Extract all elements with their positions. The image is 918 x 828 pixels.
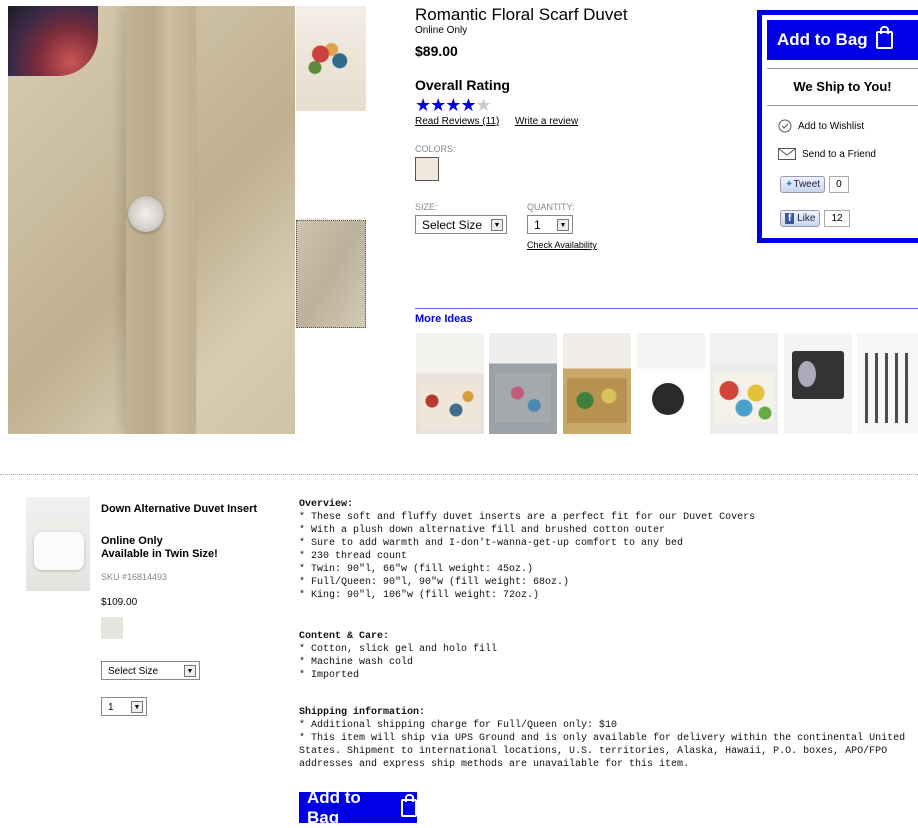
- read-reviews-link[interactable]: Read Reviews (11): [415, 116, 499, 127]
- more-ideas-item-1[interactable]: [416, 333, 484, 434]
- ship-to-you-banner: We Ship to You!: [767, 68, 918, 106]
- shipping-section: Shipping information: * Additional shipp…: [299, 706, 905, 771]
- overview-line: * Sure to add warmth and I-don't-wanna-g…: [299, 538, 684, 549]
- insert-quantity-select[interactable]: 1 ▼: [101, 697, 147, 716]
- shipping-line: * This item will ship via UPS Ground and…: [299, 733, 906, 744]
- like-widget: f Like 12: [780, 210, 850, 227]
- add-to-bag-button[interactable]: Add to Bag: [767, 20, 918, 60]
- insert-size-select[interactable]: Select Size ▼: [101, 661, 200, 680]
- stars-empty: ★: [475, 95, 492, 115]
- insert-add-to-bag-button[interactable]: Add to Bag: [299, 788, 417, 827]
- dropdown-arrow-icon: ▼: [491, 219, 503, 231]
- product-title: Romantic Floral Scarf Duvet: [415, 5, 628, 24]
- overview-heading: Overview:: [299, 499, 354, 510]
- more-ideas-item-2[interactable]: [489, 333, 557, 434]
- insert-size-value: Select Size: [108, 666, 159, 677]
- shopping-bag-icon: [400, 793, 417, 817]
- overview-line: * With a plush down alternative fill and…: [299, 525, 666, 536]
- send-friend-label: Send to a Friend: [802, 148, 876, 160]
- more-ideas-divider: [415, 308, 918, 309]
- quantity-label: QUANTITY:: [527, 202, 575, 212]
- tweet-label: Tweet: [793, 179, 821, 190]
- care-line: * Cotton, slick gel and holo fill: [299, 644, 498, 655]
- overview-section: Overview: * These soft and fluffy duvet …: [299, 498, 755, 602]
- content-care-section: Content & Care: * Cotton, slick gel and …: [299, 630, 497, 682]
- tweet-widget: ✦Tweet 0: [780, 176, 849, 193]
- check-circle-icon: [778, 119, 792, 133]
- star-rating: ★★★★★: [415, 95, 492, 115]
- insert-price: $109.00: [101, 597, 138, 608]
- like-button[interactable]: f Like: [780, 210, 821, 227]
- write-review-link[interactable]: Write a review: [515, 116, 578, 127]
- tweet-button[interactable]: ✦Tweet: [780, 176, 826, 193]
- more-ideas-item-4[interactable]: [637, 333, 705, 434]
- product-price: $89.00: [415, 43, 458, 59]
- like-count: 12: [824, 210, 850, 227]
- size-select-value: Select Size: [422, 218, 483, 232]
- wishlist-label: Add to Wishlist: [798, 120, 865, 132]
- shipping-line: * Additional shipping charge for Full/Qu…: [299, 720, 618, 731]
- section-divider: [0, 474, 918, 475]
- shipping-line: States. Shipment to international locati…: [299, 746, 888, 757]
- dropdown-arrow-icon: ▼: [557, 219, 569, 231]
- like-label: Like: [797, 213, 816, 224]
- add-to-wishlist-link[interactable]: Add to Wishlist: [778, 119, 864, 133]
- thumbnail-button-detail[interactable]: [296, 220, 366, 328]
- shipping-line: addresses and express ship methods are u…: [299, 759, 690, 770]
- overview-line: * King: 90"l, 106"w (fill weight: 72oz.): [299, 590, 540, 601]
- color-swatch[interactable]: [415, 157, 439, 181]
- more-ideas-item-7[interactable]: [857, 333, 918, 434]
- insert-online-only: Online Only: [101, 535, 163, 547]
- more-ideas-label: More Ideas: [415, 313, 473, 325]
- insert-title: Down Alternative Duvet Insert: [101, 503, 258, 515]
- rating-heading: Overall Rating: [415, 77, 510, 93]
- more-ideas-item-5[interactable]: [710, 333, 778, 434]
- care-line: * Imported: [299, 670, 360, 681]
- send-to-friend-link[interactable]: Send to a Friend: [778, 148, 876, 160]
- insert-add-to-bag-label: Add to Bag: [307, 787, 361, 827]
- dropdown-arrow-icon: ▼: [131, 701, 143, 713]
- insert-sku: SKU #16814493: [101, 572, 168, 582]
- tweet-count: 0: [829, 176, 849, 193]
- care-heading: Content & Care:: [299, 631, 390, 642]
- shopping-bag-icon: [875, 26, 893, 49]
- overview-line: * Twin: 90"l, 66"w (fill weight: 45oz.): [299, 564, 534, 575]
- main-product-image: [8, 6, 295, 434]
- stars-filled: ★★★★: [415, 95, 477, 115]
- colors-label: COLORS:: [415, 144, 456, 154]
- quantity-select-value: 1: [534, 218, 541, 232]
- insert-twin-note: Available in Twin Size!: [101, 548, 218, 560]
- more-ideas-item-3[interactable]: [563, 333, 631, 434]
- duvet-insert-image[interactable]: [26, 497, 90, 591]
- insert-availability: Online Only Available in Twin Size!: [101, 535, 218, 561]
- shipping-heading: Shipping information:: [299, 707, 426, 718]
- dropdown-arrow-icon: ▼: [184, 665, 196, 677]
- size-label: SIZE:: [415, 202, 438, 212]
- thumbnail-bed-front[interactable]: [296, 6, 366, 111]
- more-ideas-item-6[interactable]: [784, 333, 852, 434]
- insert-quantity-value: 1: [108, 702, 114, 713]
- overview-line: * These soft and fluffy duvet inserts ar…: [299, 512, 756, 523]
- care-line: * Machine wash cold: [299, 657, 414, 668]
- facebook-icon: f: [785, 213, 795, 224]
- check-availability-link[interactable]: Check Availability: [527, 240, 597, 250]
- pillow-corner: [8, 6, 98, 76]
- overview-line: * 230 thread count: [299, 551, 408, 562]
- size-select[interactable]: Select Size ▼: [415, 215, 507, 234]
- quantity-select[interactable]: 1 ▼: [527, 215, 573, 234]
- envelope-icon: [778, 148, 796, 160]
- online-only-label: Online Only: [415, 25, 468, 36]
- add-to-bag-label: Add to Bag: [777, 30, 868, 49]
- overview-line: * Full/Queen: 90"l, 90"w (fill weight: 6…: [299, 577, 570, 588]
- insert-color-swatch[interactable]: [101, 617, 123, 639]
- purchase-sidebar: Add to Bag We Ship to You! Add to Wishli…: [757, 10, 918, 243]
- duvet-button: [128, 196, 164, 232]
